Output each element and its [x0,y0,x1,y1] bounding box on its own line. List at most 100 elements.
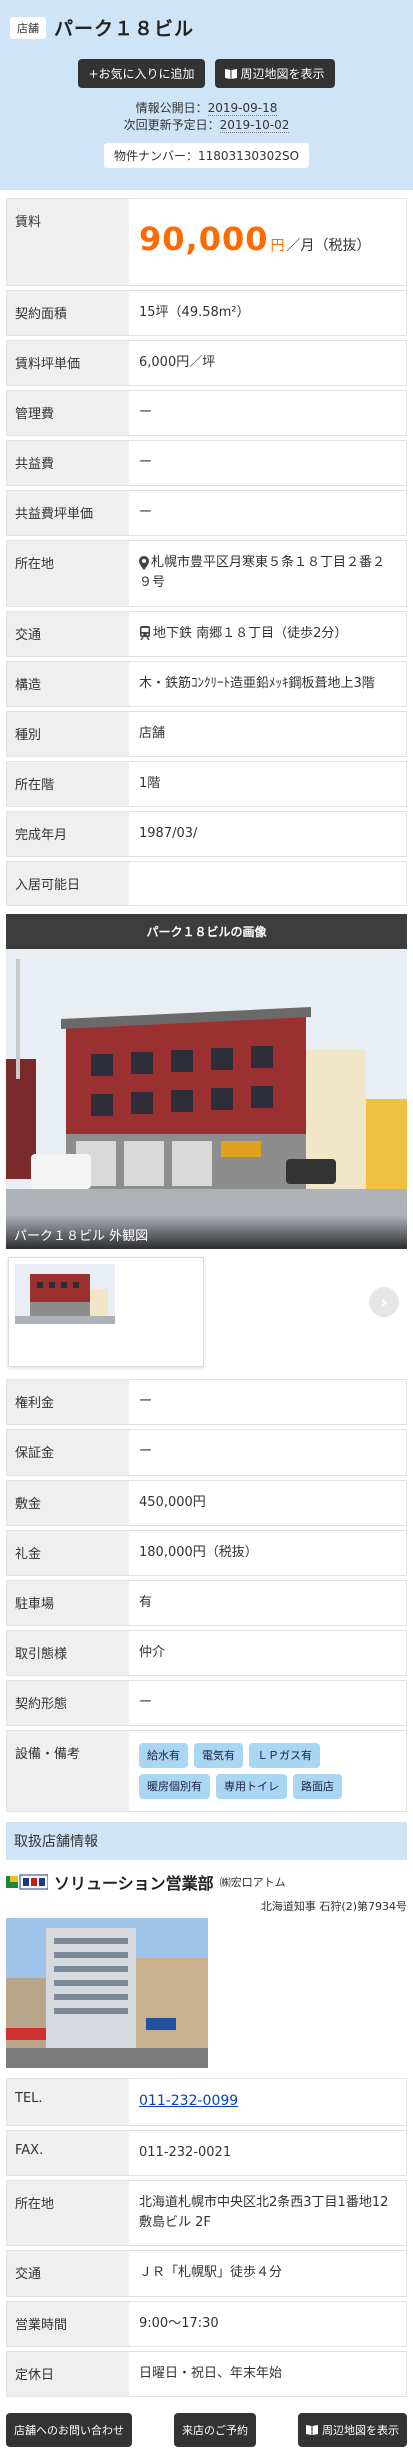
building-photo [6,949,407,1250]
shop-specs: TEL. 011-232-0099 FAX. 011-232-0021 所在地 北海… [0,2068,413,2397]
rent-price: 90,000 [139,220,269,258]
show-map-button[interactable]: 周辺地図を表示 [214,59,335,88]
spec-key: 共益費 [7,441,129,486]
spec-value: 1階 [139,776,161,791]
main-photo[interactable]: パーク１８ビル 外観図 [6,949,407,1250]
published-label: 情報公開日： [135,101,208,115]
spec-value: 木・鉄筋ｺﾝｸﾘｰﾄ造亜鉛ﾒｯｷ鋼板葺地上3階 [139,675,375,691]
spec-value: 6,000円／坪 [139,354,216,370]
equipment-tag: 給水有 [139,1743,188,1769]
spec-key: 保証金 [7,1430,129,1475]
rent-unit: 円 [270,238,285,254]
image-gallery: パーク１８ビルの画像 パーク１８ビル 外観図 › [6,914,407,1368]
spec-value: ー [139,455,153,471]
equipment-tag: 路面店 [293,1774,342,1800]
spec-value: 日曜日・祝日、年末年始 [139,2365,283,2381]
published-date: 2019-09-18 [207,101,278,116]
spec-value: ー [139,1695,153,1711]
spec-value: 店舗 [139,725,166,741]
header-actions: +お気に入りに追加 周辺地図を表示 [10,59,403,88]
spec-key: 構造 [7,661,129,706]
license-number: 北海道知事 石狩(2)第7934号 [260,1900,407,1914]
spec-key: 完成年月 [7,812,129,857]
spec-key: 交通 [7,611,129,656]
spec-row: 交通 ＪＲ「札幌駅」徒歩４分 [6,2250,407,2297]
equipment-tag: 専用トイレ [216,1774,287,1800]
spec-key: 権利金 [7,1380,129,1425]
equipment-tag: 暖房個別有 [139,1774,210,1800]
property-specs: 賃料 90,000 円 ／月（税抜） 契約面積 15坪（49.58m²） 賃料坪単… [0,190,413,907]
spec-row-access: 交通 地下鉄 南郷１８丁目（徒歩2分） [6,610,407,657]
shop-corporation: ㈱宏口アトム [219,1876,286,1890]
spec-value: 地下鉄 南郷１８丁目（徒歩2分） [129,612,406,656]
add-favorite-label: +お気に入りに追加 [88,67,195,81]
spec-row: 賃料坪単価 6,000円／坪 [6,339,407,386]
contact-shop-label: 店舗へのお問い合わせ [14,2423,124,2437]
thumbnail-strip: › [6,1249,407,1368]
thumbnail[interactable] [8,1257,204,1368]
shop-info: ソリューション営業部 ㈱宏口アトム 北海道知事 石狩(2)第7934号 [6,1860,407,2069]
book-icon [224,69,237,79]
spec-key: 管理費 [7,390,129,436]
spec-row: 礼金 180,000円（税抜） [6,1529,407,1576]
spec-key: 種別 [7,711,129,756]
show-map-label: 周辺地図を表示 [240,67,325,81]
next-image-button[interactable]: › [369,1287,399,1318]
visit-reservation-button[interactable]: 来店のご予約 [174,2412,256,2447]
spec-value: 180,000円（税抜） [139,1544,258,1560]
spec-value: 450,000円 [139,1494,206,1510]
spec-key: 取引態様 [7,1630,129,1676]
spec-key: 契約面積 [7,290,129,335]
spec-row: 種別 店舗 [6,710,407,757]
spec-key: 営業時間 [7,2301,129,2346]
spec-key: 共益費坪単価 [7,491,129,536]
spec-key: 賃料坪単価 [7,340,129,385]
spec-row: 完成年月 1987/03/ [6,811,407,858]
contact-shop-button[interactable]: 店舗へのお問い合わせ [6,2412,132,2447]
spec-row: 定休日 日曜日・祝日、年末年始 [6,2350,407,2397]
rent-suffix: ／月（税抜） [286,238,371,254]
spec-value: ー [139,505,153,521]
spec-row: 駐車場有 [6,1579,407,1626]
spec-row: 契約形態ー [6,1680,407,1727]
spec-value [129,862,406,905]
equipment-tags: 給水有 電気有 ＬＰガス有 暖房個別有 専用トイレ 路面店 [139,1743,396,1800]
spec-row: 管理費ー [6,389,407,437]
spec-row-rent: 賃料 90,000 円 ／月（税抜） [6,198,407,286]
add-favorite-button[interactable]: +お気に入りに追加 [78,59,205,88]
title-row: 店舗 パーク１８ビル [10,14,403,41]
spec-row: 所在地 北海道札幌市中央区北2条西3丁目1番地12 敷島ビル 2F [6,2180,407,2247]
map-pin-icon [139,555,149,570]
spec-key: 入居可能日 [7,862,129,906]
spec-key: 駐車場 [7,1580,129,1625]
shop-heading: 取扱店舗情報 [6,1822,407,1861]
footer-map-button[interactable]: 周辺地図を表示 [298,2412,407,2447]
spec-value: 北海道札幌市中央区北2条西3丁目1番地12 敷島ビル 2F [139,2195,389,2231]
shop-name-row: ソリューション営業部 ㈱宏口アトム [6,1870,407,1894]
spec-row: 営業時間 9:00〜17:30 [6,2300,407,2347]
thumbnail-photo [15,1264,115,1325]
phone-link[interactable]: 011-232-0099 [139,2093,238,2109]
shop-logo-icon [6,1874,48,1890]
equipment-tag: ＬＰガス有 [249,1743,320,1769]
next-update-date: 2019-10-02 [219,118,290,134]
shop-photo [6,1918,208,2069]
spec-value: 011-232-0021 [139,2145,232,2161]
shop-row-tel: TEL. 011-232-0099 [6,2078,407,2127]
spec-key: 賃料 [7,199,129,285]
spec-key: 礼金 [7,1530,129,1575]
shop-name: ソリューション営業部 [54,1874,214,1894]
footer-map-label: 周辺地図を表示 [322,2423,399,2437]
access-text: 地下鉄 南郷１８丁目（徒歩2分） [153,625,348,641]
visit-reservation-label: 来店のご予約 [182,2423,248,2437]
spec-value: 90,000 円 ／月（税抜） [129,199,406,285]
contract-specs: 権利金ー 保証金ー 敷金 450,000円 礼金 180,000円（税抜） 駐車場有… [0,1367,413,1813]
spec-row: 共益費坪単価ー [6,490,407,537]
spec-value: 給水有 電気有 ＬＰガス有 暖房個別有 専用トイレ 路面店 [129,1731,406,1811]
spec-row-equipment: 設備・備考 給水有 電気有 ＬＰガス有 暖房個別有 専用トイレ 路面店 [6,1730,407,1813]
spec-key: 設備・備考 [7,1731,129,1812]
spec-value: 15坪（49.58m²） [139,304,250,320]
photo-caption: パーク１８ビル 外観図 [6,1215,407,1250]
spec-value: 有 [139,1594,153,1610]
spec-row-address: 所在地 札幌市豊平区月寒東５条１８丁目２番２９号 [6,540,407,607]
